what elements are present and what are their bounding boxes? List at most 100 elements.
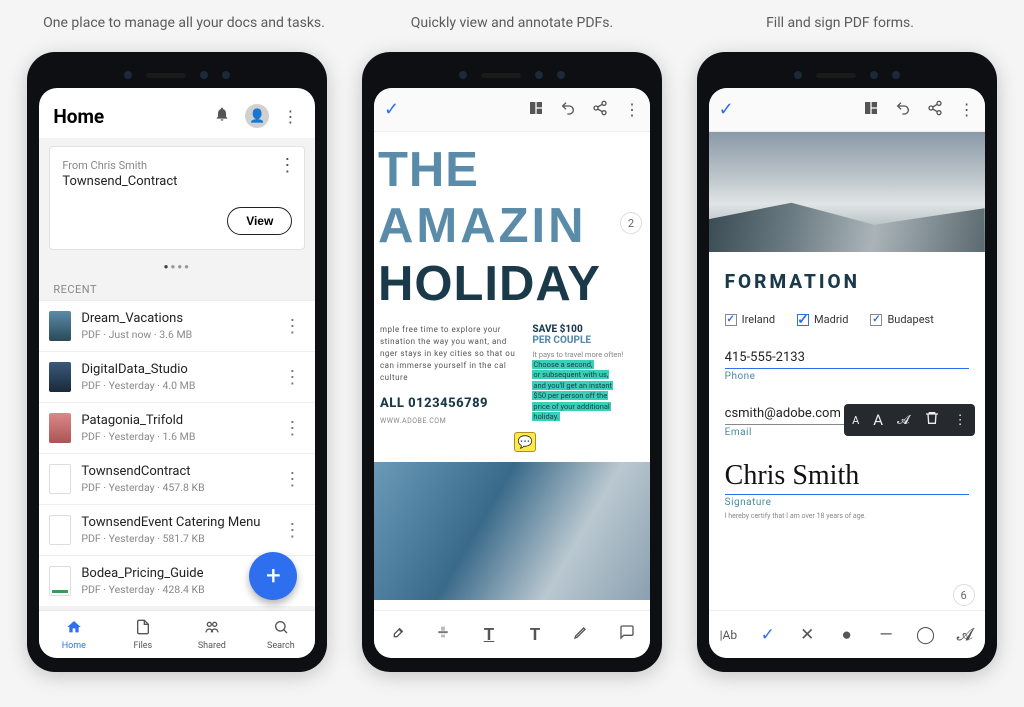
popover-overflow-icon[interactable]: ⋮ [954, 413, 967, 428]
share-icon[interactable] [927, 100, 943, 120]
checkbox-madrid[interactable]: ✓Madrid [797, 313, 848, 326]
text-field-tool-icon[interactable]: |Ab [716, 628, 740, 642]
nav-search-label: Search [267, 641, 295, 651]
file-thumbnail [49, 311, 71, 341]
strikethrough-tool-icon[interactable] [431, 624, 455, 645]
sticky-note-icon[interactable]: 💬 [514, 432, 536, 452]
phone-frame-3: ✓ ⋮ FORMATION A A 𝓐 [697, 52, 997, 672]
view-mode-icon[interactable] [863, 100, 879, 120]
doc-highlighted-text[interactable]: Choose a second, or subsequent with us, … [532, 360, 644, 423]
card-overflow-icon[interactable]: ⋮ [278, 155, 296, 176]
file-name: Patagonia_Trifold [81, 413, 275, 428]
nav-home-label: Home [62, 641, 86, 651]
checkbox-label: Madrid [814, 313, 848, 326]
certify-text: I hereby certify that I am over 18 years… [725, 512, 969, 520]
circle-tool-icon[interactable]: ◯ [913, 625, 937, 645]
font-small-icon[interactable]: A [852, 414, 859, 427]
undo-icon[interactable] [560, 100, 576, 120]
doc-call-text: ALL 0123456789 [380, 394, 516, 414]
file-thumbnail [49, 362, 71, 392]
document-canvas[interactable]: THE AMAZIN HOLIDAY 2 mple free time to e… [374, 132, 650, 610]
page-number-badge: 2 [620, 212, 642, 234]
shared-file-card[interactable]: ⋮ From Chris Smith Townsend_Contract Vie… [49, 146, 305, 250]
file-name: Dream_Vacations [81, 311, 275, 326]
sign-tool-icon[interactable]: 𝓐 [953, 625, 977, 645]
nav-shared[interactable]: Shared [177, 611, 246, 658]
view-button[interactable]: View [227, 207, 292, 235]
page-number-badge: 6 [953, 584, 975, 606]
file-overflow-icon[interactable]: ⋮ [275, 469, 309, 490]
file-thumbnail [49, 515, 71, 545]
file-row[interactable]: Patagonia_TrifoldPDF · Yesterday · 1.6 M… [39, 402, 315, 453]
undo-icon[interactable] [895, 100, 911, 120]
card-filename: Townsend_Contract [62, 174, 292, 189]
checkbox-label: Budapest [887, 313, 933, 326]
nav-home[interactable]: Home [39, 611, 108, 658]
doc-save-line1: SAVE $100 [532, 324, 644, 335]
caption-3: Fill and sign PDF forms. [696, 14, 984, 32]
doc-save-line2: PER COUPLE [532, 335, 644, 346]
signature-field[interactable]: Chris Smith [725, 452, 969, 495]
file-thumbnail [49, 566, 71, 596]
page-title: Home [53, 105, 199, 128]
doc-body-text: mple free time to explore your stination… [380, 324, 516, 384]
doc-heading-1: THE [378, 142, 479, 198]
overflow-menu-icon[interactable]: ⋮ [624, 100, 640, 119]
file-name: TownsendEvent Catering Menu [81, 515, 275, 530]
file-overflow-icon[interactable]: ⋮ [275, 367, 309, 388]
text-tool-icon[interactable]: T [523, 625, 547, 645]
share-icon[interactable] [592, 100, 608, 120]
done-check-icon[interactable]: ✓ [384, 99, 399, 120]
text-style-popover[interactable]: A A 𝓐 ⋮ [844, 404, 975, 436]
done-check-icon[interactable]: ✓ [719, 99, 734, 120]
caption-1: One place to manage all your docs and ta… [40, 14, 328, 32]
cross-tool-icon[interactable]: ✕ [795, 625, 819, 645]
nav-files-label: Files [133, 641, 152, 651]
file-meta: PDF · Yesterday · 428.4 KB [81, 583, 275, 596]
underline-tool-icon[interactable]: T [477, 625, 501, 645]
file-row[interactable]: TownsendContractPDF · Yesterday · 457.8 … [39, 453, 315, 504]
draw-tool-icon[interactable] [569, 624, 593, 645]
font-large-icon[interactable]: A [873, 411, 883, 429]
profile-avatar[interactable]: 👤 [245, 104, 267, 128]
phone-field[interactable]: 415-555-2133 [725, 344, 969, 369]
phone-frame-1: Home 👤 ⋮ ⋮ From Chris Smith Townsend_Con… [27, 52, 327, 672]
phone-frame-2: ✓ ⋮ THE AMAZIN HOLIDAY 2 [362, 52, 662, 672]
dot-tool-icon[interactable]: ● [835, 625, 859, 645]
overflow-menu-icon[interactable]: ⋮ [279, 107, 301, 126]
form-hero-image [709, 132, 985, 252]
card-from-label: From Chris Smith [62, 159, 292, 172]
signature-tool-icon[interactable]: 𝓐 [897, 413, 910, 428]
file-overflow-icon[interactable]: ⋮ [275, 316, 309, 337]
phone-field-label: Phone [725, 371, 969, 382]
highlight-tool-icon[interactable] [385, 624, 409, 645]
nav-search[interactable]: Search [246, 611, 315, 658]
checkbox-label: Ireland [742, 313, 775, 326]
checkbox-ireland[interactable]: ✓Ireland [725, 313, 775, 326]
form-heading-fragment: FORMATION [725, 270, 969, 293]
file-row[interactable]: Dream_VacationsPDF · Just now · 3.6 MB⋮ [39, 300, 315, 351]
file-meta: PDF · Yesterday · 4.0 MB [81, 379, 275, 392]
file-meta: PDF · Yesterday · 457.8 KB [81, 481, 275, 494]
file-row[interactable]: TownsendEvent Catering MenuPDF · Yesterd… [39, 504, 315, 555]
home-icon [66, 619, 82, 639]
form-canvas[interactable]: FORMATION A A 𝓐 ⋮ ✓Ireland ✓Madrid ✓Buda… [709, 252, 985, 610]
file-row[interactable]: DigitalData_Studio PDF · Yesterday · 4.0 … [39, 351, 315, 402]
doc-small-grey: It pays to travel more often! [532, 350, 644, 360]
dash-tool-icon[interactable]: — [874, 625, 898, 645]
file-name: DigitalData_Studio [81, 362, 275, 377]
file-overflow-icon[interactable]: ⋮ [275, 418, 309, 439]
checkmark-tool-icon[interactable]: ✓ [756, 625, 780, 645]
file-overflow-icon[interactable]: ⋮ [275, 520, 309, 541]
pager-dots[interactable]: ●●●● [39, 258, 315, 279]
doc-heading-2: AMAZIN [378, 198, 587, 254]
delete-icon[interactable] [924, 410, 940, 430]
nav-files[interactable]: Files [108, 611, 177, 658]
notifications-icon[interactable] [211, 106, 233, 126]
doc-hero-image [374, 462, 650, 600]
comment-tool-icon[interactable] [615, 624, 639, 645]
overflow-menu-icon[interactable]: ⋮ [959, 100, 975, 119]
view-mode-icon[interactable] [528, 100, 544, 120]
nav-shared-label: Shared [198, 641, 226, 651]
checkbox-budapest[interactable]: ✓Budapest [870, 313, 933, 326]
